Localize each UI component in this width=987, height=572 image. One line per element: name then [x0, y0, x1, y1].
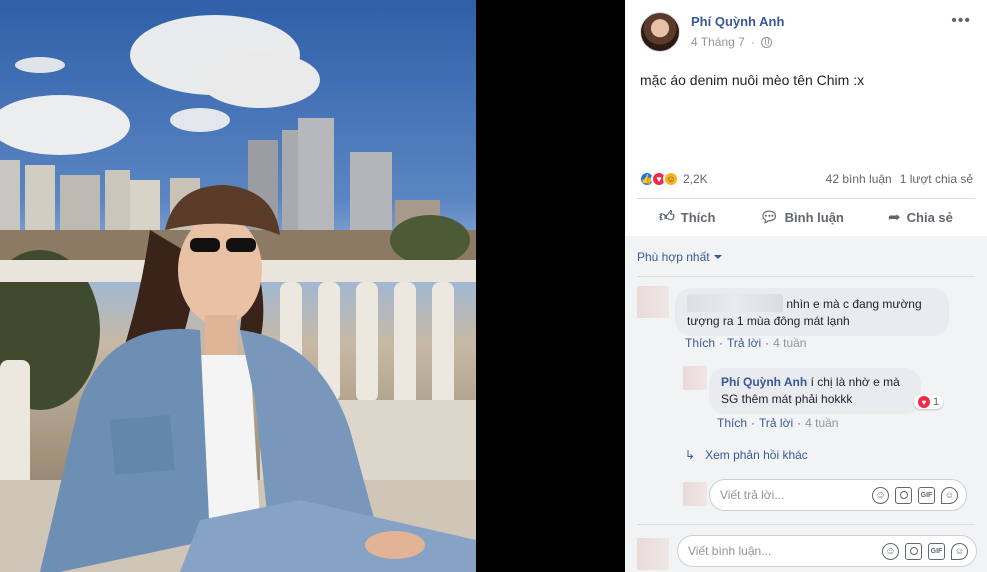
comment-input[interactable]: Viết bình luận... ☺ GIF ☺	[677, 535, 977, 567]
commenter-name-redacted[interactable]	[687, 294, 783, 312]
gif-icon[interactable]: GIF	[928, 542, 945, 560]
divider	[637, 524, 975, 525]
post-side-panel: Phí Quỳnh Anh 4 Tháng 7 · ••• mặc áo den…	[625, 0, 987, 572]
haha-reaction-icon[interactable]: ☺	[663, 171, 679, 187]
reply-bubble: Phí Quỳnh Anh í chị là nhờ e mà SG thêm …	[709, 368, 921, 414]
reply-text-line1: í chị là nhờ e mà	[810, 375, 900, 389]
comment-text-line1: nhìn e mà c đang mường	[786, 297, 922, 311]
like-button[interactable]: 👍︎ Thích	[659, 208, 715, 226]
reply-reaction-badge[interactable]: ♥ 1	[914, 395, 944, 409]
photo-letterbox	[476, 0, 625, 572]
reactions-summary: 👍 ♥ ☺ 2,2K 42 bình luận 1 lượt chia sẻ	[639, 169, 973, 189]
author-avatar[interactable]	[640, 12, 680, 52]
more-horizontal-icon[interactable]: •••	[951, 12, 971, 30]
reply-placeholder: Viết trả lời...	[720, 488, 785, 502]
comment-bubble: nhìn e mà c đang mường tượng ra 1 mùa đô…	[675, 288, 949, 336]
divider	[637, 276, 975, 277]
comment-button[interactable]: 💬︎ Bình luận	[760, 208, 844, 226]
comment-reply-link[interactable]: Trả lời	[727, 336, 761, 350]
comment-text-line2: tượng ra 1 mùa đông mát lạnh	[687, 314, 850, 328]
comment-placeholder: Viết bình luận...	[688, 544, 772, 558]
post-meta: 4 Tháng 7 ·	[691, 35, 772, 49]
share-label: Chia sẻ	[906, 209, 953, 225]
commenter-avatar[interactable]	[637, 286, 669, 318]
author-name[interactable]: Phí Quỳnh Anh	[691, 14, 784, 29]
heart-icon: ♥	[918, 396, 930, 408]
post-header: Phí Quỳnh Anh 4 Tháng 7 · •••	[640, 10, 977, 52]
more-replies-label: Xem phản hồi khác	[705, 448, 808, 462]
reply-reaction-count: 1	[933, 396, 940, 408]
globe-icon[interactable]	[760, 36, 772, 48]
gif-icon[interactable]: GIF	[918, 486, 935, 504]
photo-illustration	[0, 15, 476, 572]
reply-like-link[interactable]: Thích	[717, 416, 747, 430]
sticker-icon[interactable]: ☺	[941, 486, 958, 504]
caret-down-icon	[713, 255, 722, 259]
comment-like-link[interactable]: Thích	[685, 336, 715, 350]
reply-author-name[interactable]: Phí Quỳnh Anh	[721, 375, 807, 389]
reply-time[interactable]: 4 tuần	[805, 416, 838, 430]
view-more-replies-link[interactable]: ↳ Xem phản hồi khác	[685, 448, 808, 462]
post-actions: 👍︎ Thích 💬︎ Bình luận ➦ Chia sẻ	[637, 199, 975, 235]
reply-text-line2: SG thêm mát phải hokkk	[721, 392, 853, 406]
share-button[interactable]: ➦ Chia sẻ	[888, 208, 953, 226]
emoji-icon[interactable]: ☺	[872, 486, 889, 504]
comment-time[interactable]: 4 tuần	[773, 336, 806, 350]
camera-icon[interactable]	[895, 486, 912, 504]
post-photo[interactable]	[0, 0, 476, 572]
reaction-count[interactable]: 2,2K	[683, 172, 708, 186]
share-count[interactable]: 1 lượt chia sẻ	[900, 172, 973, 186]
camera-icon[interactable]	[905, 542, 922, 560]
reply-reply-link[interactable]: Trả lời	[759, 416, 793, 430]
emoji-icon[interactable]: ☺	[882, 542, 899, 560]
comment-label: Bình luận	[784, 209, 844, 225]
reply-arrow-icon: ↳	[685, 448, 696, 462]
reply-input[interactable]: Viết trả lời... ☺ GIF ☺	[709, 479, 967, 511]
share-arrow-icon: ➦	[888, 209, 901, 226]
reply-avatar[interactable]	[683, 366, 707, 390]
thumbs-up-icon: 👍︎	[659, 208, 675, 225]
sticker-icon[interactable]: ☺	[951, 542, 968, 560]
post-caption: mặc áo denim nuôi mèo tên Chim :x	[640, 72, 865, 88]
speech-bubble-icon: 💬︎	[759, 209, 779, 226]
comment-sort-dropdown[interactable]: Phù hợp nhất	[637, 250, 722, 264]
my-comment-avatar	[637, 538, 669, 570]
sort-label: Phù hợp nhất	[637, 250, 710, 264]
my-avatar	[683, 482, 707, 506]
comment-count[interactable]: 42 bình luận	[826, 172, 892, 186]
like-label: Thích	[680, 209, 716, 225]
post-date[interactable]: 4 Tháng 7	[691, 35, 745, 49]
comment-actions: Thích · Trả lời · 4 tuần	[685, 336, 807, 350]
reply-actions: Thích · Trả lời · 4 tuần	[717, 416, 839, 430]
